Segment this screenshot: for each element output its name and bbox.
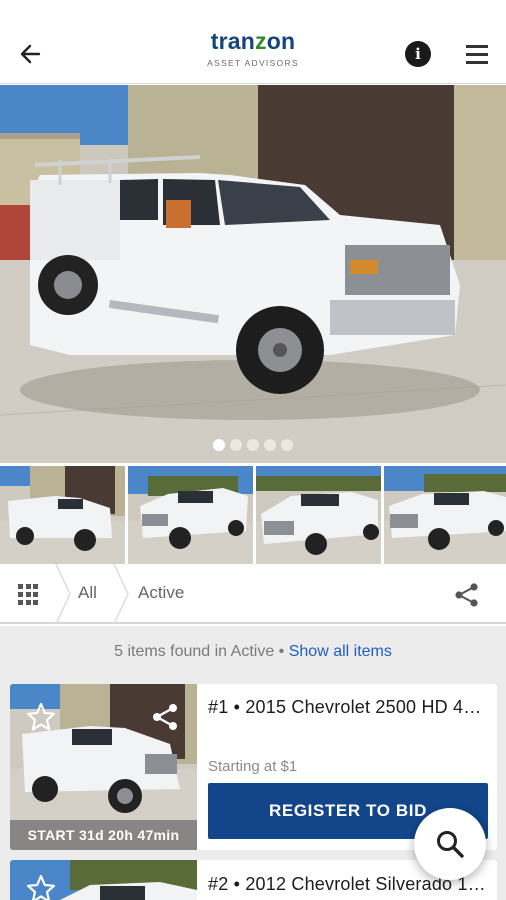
starting-price: Starting at $1 bbox=[208, 758, 298, 775]
share-icon[interactable] bbox=[150, 702, 180, 732]
carousel-dots bbox=[0, 439, 506, 451]
breadcrumb-divider bbox=[113, 564, 129, 624]
favorite-star-icon[interactable] bbox=[26, 874, 56, 900]
hero-photo[interactable] bbox=[0, 85, 506, 463]
carousel-dot[interactable] bbox=[264, 439, 276, 451]
results-summary: 5 items found in Active • Show all items bbox=[114, 643, 392, 660]
filter-bar: All Active bbox=[0, 564, 506, 624]
grid-view-icon[interactable] bbox=[18, 584, 40, 606]
photo-thumbnail[interactable] bbox=[384, 466, 506, 564]
breadcrumb-active[interactable]: Active bbox=[138, 583, 184, 603]
tranzon-logo: tranzon ASSET ADVISORS bbox=[0, 28, 506, 68]
favorite-star-icon[interactable] bbox=[26, 702, 56, 732]
info-icon[interactable]: i bbox=[405, 41, 431, 67]
lot-photo[interactable] bbox=[10, 860, 197, 900]
search-icon bbox=[437, 831, 464, 858]
show-all-items-link[interactable]: Show all items bbox=[289, 643, 392, 660]
share-icon[interactable] bbox=[454, 582, 480, 608]
breadcrumb-all[interactable]: All bbox=[78, 583, 97, 603]
logo-subtitle: ASSET ADVISORS bbox=[207, 58, 299, 68]
carousel-dot[interactable] bbox=[247, 439, 259, 451]
search-fab[interactable] bbox=[414, 808, 486, 880]
thumbnail-strip bbox=[0, 466, 506, 564]
breadcrumb-divider bbox=[55, 564, 71, 624]
carousel-dot[interactable] bbox=[230, 439, 242, 451]
lot-title[interactable]: #1 • 2015 Chevrolet 2500 HD 4x4 Work Tru… bbox=[208, 697, 490, 718]
auction-timer: START 31d 20h 47min bbox=[10, 820, 197, 850]
app-header: tranzon ASSET ADVISORS i bbox=[0, 0, 506, 84]
lot-photo[interactable]: START 31d 20h 47min bbox=[10, 684, 197, 850]
carousel-dot[interactable] bbox=[281, 439, 293, 451]
hamburger-menu-icon[interactable] bbox=[462, 42, 492, 66]
photo-thumbnail[interactable] bbox=[0, 466, 125, 564]
photo-thumbnail[interactable] bbox=[128, 466, 253, 564]
photo-thumbnail[interactable] bbox=[256, 466, 381, 564]
carousel-dot[interactable] bbox=[213, 439, 225, 451]
